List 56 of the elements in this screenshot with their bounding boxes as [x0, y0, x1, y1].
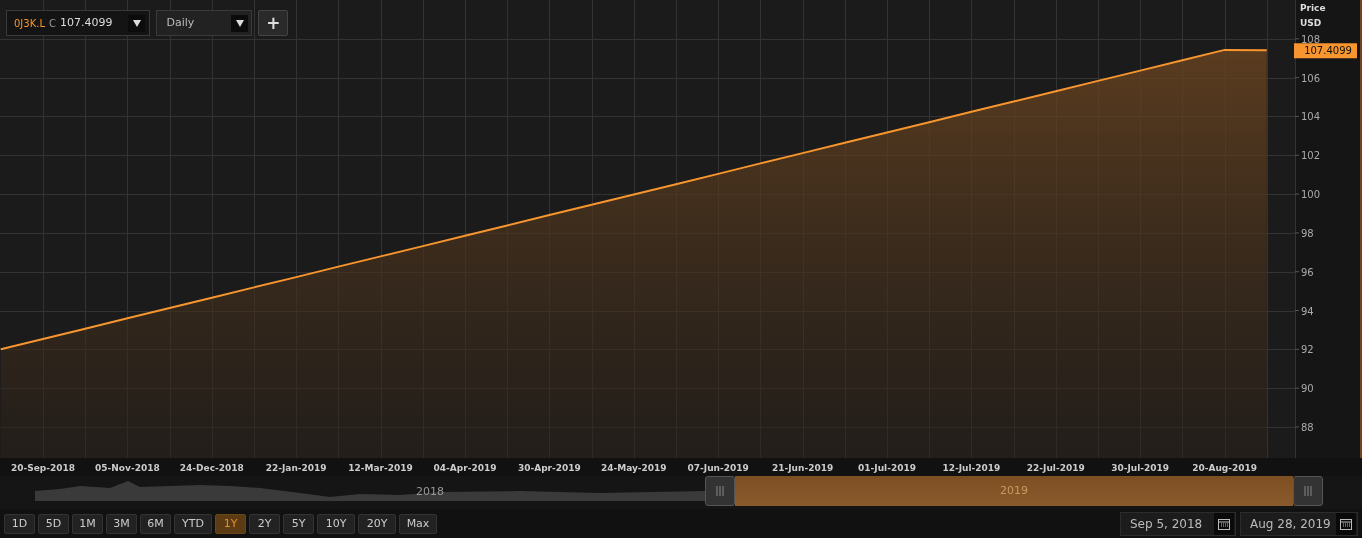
range-handle[interactable] — [705, 476, 735, 506]
x-tick-label: 20-Sep-2018 — [10, 463, 76, 473]
y-tick-label: 92 — [1301, 344, 1314, 356]
x-tick-label: 24-May-2019 — [600, 463, 667, 473]
range-button[interactable]: YTD — [174, 514, 212, 534]
range-button[interactable]: 20Y — [358, 514, 396, 534]
y-tick-label: 90 — [1301, 383, 1314, 395]
date-field[interactable]: Sep 5, 2018 — [1120, 512, 1236, 536]
range-button[interactable]: 2Y — [249, 514, 280, 534]
y-tick-label: 106 — [1301, 72, 1321, 84]
range-button[interactable]: 3M — [106, 514, 137, 534]
calendar-icon[interactable] — [1336, 513, 1356, 535]
y-tick-label: 102 — [1301, 150, 1321, 162]
symbol-text: 0J3K.L — [14, 16, 45, 31]
range-handle[interactable] — [1293, 476, 1323, 506]
x-tick-label: 05-Nov-2018 — [95, 463, 160, 473]
caret-icon[interactable] — [128, 14, 146, 32]
x-tick-label: 12-Mar-2019 — [348, 463, 413, 473]
y-tick-label: 98 — [1301, 227, 1314, 239]
range-button[interactable]: Max — [399, 514, 437, 534]
x-tick-label: 12-Jul-2019 — [942, 463, 1001, 473]
range-button[interactable]: 1M — [72, 514, 103, 534]
y-tick-label: 104 — [1301, 111, 1321, 123]
caret-icon[interactable] — [231, 14, 249, 32]
x-tick-label: 24-Dec-2018 — [179, 463, 244, 473]
add-button[interactable]: + — [258, 10, 289, 36]
currency-label: USD — [1300, 18, 1322, 28]
x-tick-label: 30-Jul-2019 — [1111, 463, 1170, 473]
range-button[interactable]: 5Y — [283, 514, 314, 534]
x-tick-label: 21-Jun-2019 — [772, 463, 834, 473]
range-button[interactable]: 1Y — [215, 514, 246, 534]
price-text: 107.4099 — [59, 14, 113, 31]
calendar-icon[interactable] — [1214, 513, 1234, 535]
y-tick-label: 108 — [1301, 33, 1321, 45]
axis-title: Price — [1300, 3, 1326, 13]
x-tick-label: 20-Aug-2019 — [1192, 463, 1258, 473]
y-tick-label: 88 — [1301, 421, 1314, 433]
range-button[interactable]: 1D — [4, 514, 35, 534]
range-button[interactable]: 5D — [38, 514, 69, 534]
y-tick-label: 94 — [1301, 305, 1314, 317]
range-button[interactable]: 10Y — [317, 514, 355, 534]
y-tick-label: 100 — [1301, 189, 1321, 201]
x-tick-label: 01-Jul-2019 — [858, 463, 916, 473]
date-field[interactable]: Aug 28, 2019 — [1240, 512, 1358, 536]
x-tick-label: 22-Jan-2019 — [265, 463, 327, 473]
y-tick-label: 96 — [1301, 266, 1314, 278]
symbol-selector[interactable]: 0J3K.L C 107.4099 — [6, 10, 151, 36]
interval-dropdown[interactable]: Daily — [156, 10, 253, 36]
x-tick-label: 30-Apr-2019 — [517, 463, 581, 473]
last-price-tag: 107.4099 — [1294, 43, 1357, 59]
price-prefix: C — [49, 16, 56, 31]
x-tick-label: 22-Jul-2019 — [1026, 463, 1085, 473]
range-button[interactable]: 6M — [140, 514, 171, 534]
x-tick-label: 04-Apr-2019 — [433, 463, 497, 473]
x-tick-label: 07-Jun-2019 — [687, 463, 749, 473]
year-label: 2018 — [416, 484, 444, 500]
